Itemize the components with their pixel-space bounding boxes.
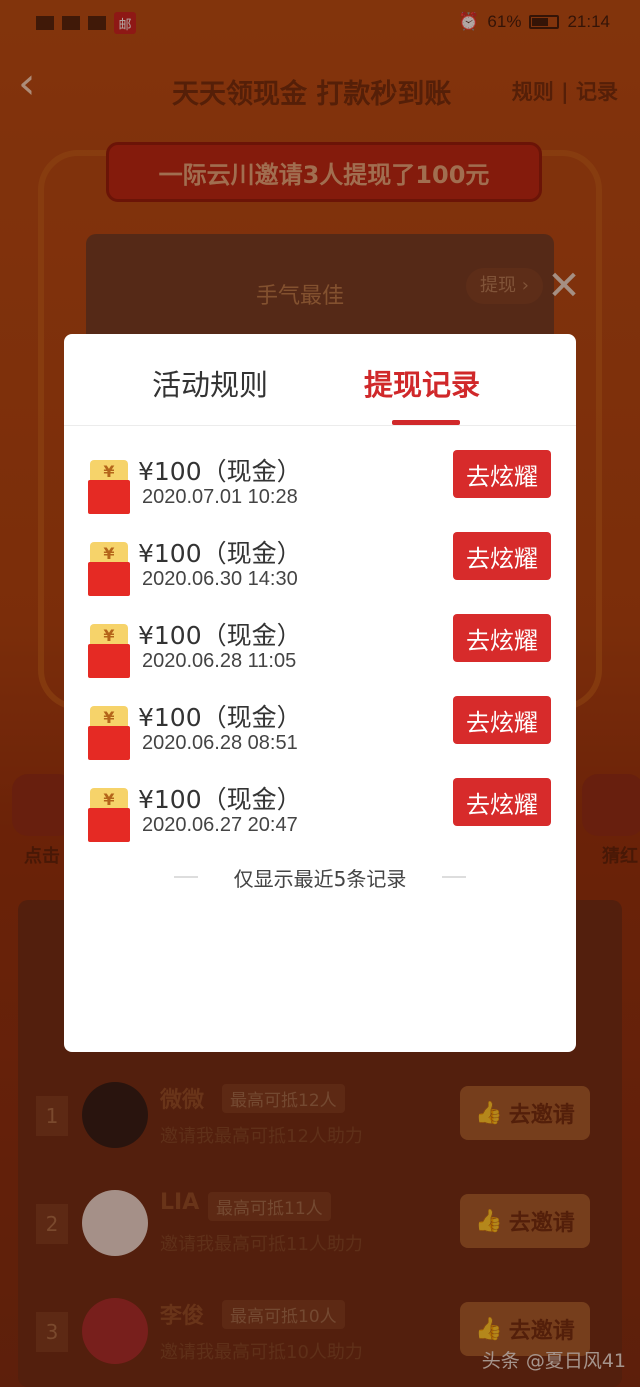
record-row: ¥ ¥100（现金） 2020.06.28 08:51 去炫耀 (64, 696, 576, 786)
red-envelope-icon: ¥ (88, 542, 130, 596)
red-envelope-icon: ¥ (88, 706, 130, 760)
record-time: 2020.07.01 10:28 (142, 486, 298, 508)
record-amount: ¥100（现金） (138, 457, 302, 486)
record-row: ¥ ¥100（现金） 2020.06.30 14:30 去炫耀 (64, 532, 576, 622)
tab-withdraw-records[interactable]: 提现记录 (364, 362, 480, 404)
record-time: 2020.06.30 14:30 (142, 568, 298, 590)
record-time: 2020.06.28 11:05 (142, 650, 297, 672)
show-off-button[interactable]: 去炫耀 (453, 696, 551, 744)
withdraw-records-modal: 活动规则 提现记录 ¥ ¥100（现金） 2020.07.01 10:28 去炫… (64, 334, 576, 1052)
red-envelope-icon: ¥ (88, 624, 130, 678)
tab-activity-rules[interactable]: 活动规则 (152, 362, 268, 404)
record-time: 2020.06.27 20:47 (142, 814, 298, 836)
record-row: ¥ ¥100（现金） 2020.06.28 11:05 去炫耀 (64, 614, 576, 704)
show-off-button[interactable]: 去炫耀 (453, 614, 551, 662)
record-row: ¥ ¥100（现金） 2020.07.01 10:28 去炫耀 (64, 450, 576, 540)
red-envelope-icon: ¥ (88, 460, 130, 514)
active-tab-indicator (392, 420, 460, 425)
records-footnote: 仅显示最近5条记录 (64, 862, 576, 892)
record-time: 2020.06.28 08:51 (142, 732, 298, 754)
record-amount: ¥100（现金） (138, 703, 302, 732)
footnote-text: 仅显示最近5条记录 (233, 866, 407, 891)
red-envelope-icon: ¥ (88, 788, 130, 842)
record-row: ¥ ¥100（现金） 2020.06.27 20:47 去炫耀 (64, 778, 576, 868)
record-amount: ¥100（现金） (138, 539, 302, 568)
record-amount: ¥100（现金） (138, 621, 302, 650)
show-off-button[interactable]: 去炫耀 (453, 450, 551, 498)
record-amount: ¥100（现金） (138, 785, 302, 814)
show-off-button[interactable]: 去炫耀 (453, 532, 551, 580)
divider-right (442, 876, 467, 878)
modal-tabs: 活动规则 提现记录 (64, 334, 576, 426)
show-off-button[interactable]: 去炫耀 (453, 778, 551, 826)
divider-left (173, 876, 198, 878)
